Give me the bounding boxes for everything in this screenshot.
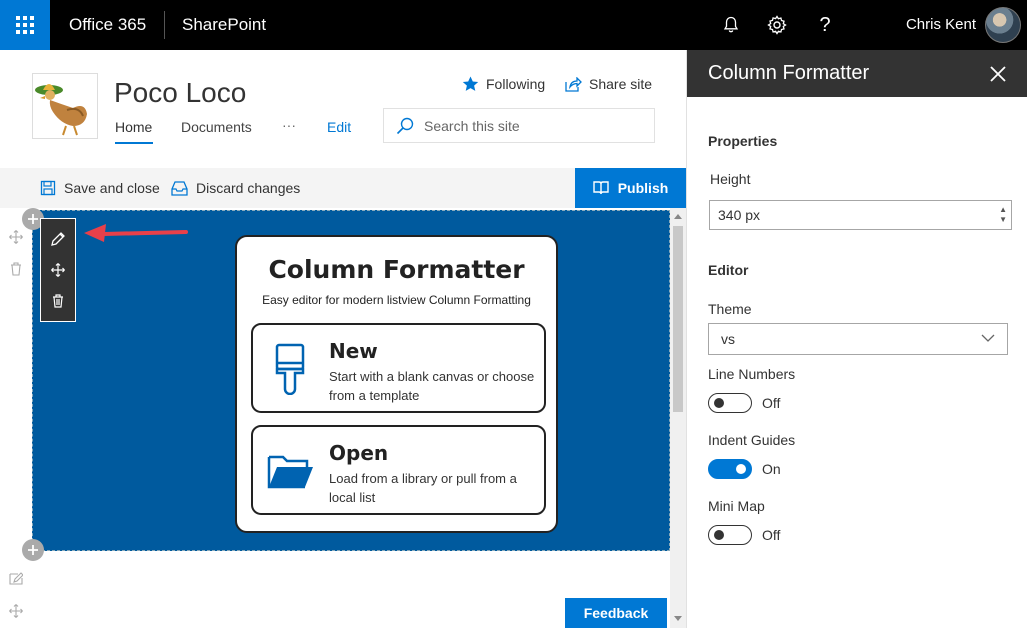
nav-home[interactable]: Home bbox=[115, 119, 152, 135]
save-icon bbox=[40, 180, 56, 196]
site-search[interactable] bbox=[383, 108, 655, 143]
webpart-toolbar bbox=[40, 218, 76, 322]
search-icon bbox=[396, 117, 414, 134]
trash-icon bbox=[53, 294, 63, 308]
share-site-button[interactable]: Share site bbox=[565, 76, 652, 92]
gear-icon[interactable] bbox=[765, 13, 789, 37]
help-icon[interactable]: ? bbox=[813, 13, 837, 37]
mini-map-toggle[interactable] bbox=[708, 525, 752, 545]
indent-guides-state: On bbox=[762, 461, 781, 477]
property-pane: Column Formatter Properties Height ▲▼ Ed… bbox=[686, 50, 1027, 628]
suite-divider bbox=[164, 11, 165, 39]
indent-guides-label: Indent Guides bbox=[708, 432, 796, 448]
plus-icon bbox=[28, 214, 38, 224]
publish-label: Publish bbox=[617, 180, 669, 196]
line-numbers-state: Off bbox=[762, 395, 781, 411]
line-numbers-toggle[interactable] bbox=[708, 393, 752, 413]
canvas-scrollbar[interactable] bbox=[670, 208, 686, 628]
save-and-close-button[interactable]: Save and close bbox=[40, 168, 160, 208]
following-label: Following bbox=[486, 76, 546, 92]
theme-label: Theme bbox=[708, 301, 752, 317]
discard-changes-label: Discard changes bbox=[196, 180, 301, 196]
move-webpart-button[interactable] bbox=[46, 258, 70, 282]
nav-edit[interactable]: Edit bbox=[327, 119, 351, 135]
welcome-title: Column Formatter bbox=[268, 255, 525, 284]
open-option[interactable]: Open Load from a library or pull from a … bbox=[251, 425, 546, 515]
nav-selected-indicator bbox=[115, 142, 153, 144]
edit-section-icon[interactable] bbox=[7, 570, 25, 588]
share-icon bbox=[565, 76, 582, 92]
column-formatter-webpart[interactable]: Column Formatter Easy editor for modern … bbox=[32, 210, 670, 551]
waffle-button[interactable] bbox=[0, 0, 50, 50]
chevron-down-icon bbox=[981, 334, 995, 342]
welcome-card: Column Formatter Easy editor for modern … bbox=[235, 235, 558, 533]
site-logo[interactable] bbox=[32, 73, 98, 139]
discard-icon bbox=[171, 181, 188, 196]
open-option-title: Open bbox=[329, 441, 389, 465]
discard-changes-button[interactable]: Discard changes bbox=[171, 168, 300, 208]
office365-link[interactable]: Office 365 bbox=[69, 0, 146, 50]
move-section-icon[interactable] bbox=[7, 228, 25, 246]
bell-icon[interactable] bbox=[719, 13, 743, 37]
move-section-icon[interactable] bbox=[7, 602, 25, 620]
height-input[interactable] bbox=[718, 207, 978, 223]
indent-guides-toggle[interactable] bbox=[708, 459, 752, 479]
site-header: Poco Loco Home Documents ··· Edit Follow… bbox=[0, 50, 686, 168]
mini-map-label: Mini Map bbox=[708, 498, 765, 514]
nav-more[interactable]: ··· bbox=[282, 117, 296, 133]
share-label: Share site bbox=[589, 76, 653, 92]
properties-group-heading: Properties bbox=[708, 133, 778, 149]
edit-webpart-button[interactable] bbox=[46, 227, 70, 251]
folder-open-icon bbox=[267, 455, 313, 489]
command-bar: Save and close Discard changes Publish bbox=[0, 168, 686, 208]
nav-documents[interactable]: Documents bbox=[181, 119, 252, 135]
scroll-down-arrow-icon[interactable] bbox=[674, 616, 682, 621]
scroll-thumb[interactable] bbox=[673, 226, 683, 412]
avatar[interactable] bbox=[985, 7, 1021, 43]
user-name[interactable]: Chris Kent bbox=[906, 0, 976, 50]
following-button[interactable]: Following bbox=[462, 76, 545, 92]
plus-icon bbox=[28, 545, 38, 555]
new-option-description: Start with a blank canvas or choose from… bbox=[329, 369, 535, 403]
feedback-button[interactable]: Feedback bbox=[565, 598, 667, 628]
site-title[interactable]: Poco Loco bbox=[114, 77, 246, 109]
scroll-up-arrow-icon[interactable] bbox=[674, 214, 682, 219]
mini-map-state: Off bbox=[762, 527, 781, 543]
pane-header: Column Formatter bbox=[687, 50, 1027, 97]
line-numbers-label: Line Numbers bbox=[708, 366, 796, 382]
add-section-bottom-button[interactable] bbox=[22, 539, 44, 561]
close-icon[interactable] bbox=[988, 64, 1008, 84]
new-option[interactable]: New Start with a blank canvas or choose … bbox=[251, 323, 546, 413]
move-icon bbox=[51, 263, 65, 277]
annotation-arrow-icon bbox=[84, 224, 188, 242]
pane-title: Column Formatter bbox=[708, 62, 870, 84]
suite-bar: Office 365 SharePoint ? Chris Kent bbox=[0, 0, 1027, 50]
welcome-subtitle: Easy editor for modern listview Column F… bbox=[262, 293, 531, 307]
star-icon bbox=[462, 76, 479, 91]
sharepoint-link[interactable]: SharePoint bbox=[182, 0, 266, 50]
theme-dropdown[interactable]: vs bbox=[708, 323, 1008, 355]
page-canvas: Column Formatter Easy editor for modern … bbox=[0, 208, 686, 628]
publish-button[interactable]: Publish bbox=[575, 168, 686, 208]
search-input[interactable] bbox=[424, 117, 644, 134]
save-and-close-label: Save and close bbox=[64, 180, 160, 196]
height-field[interactable]: ▲▼ bbox=[709, 200, 1012, 230]
delete-section-icon[interactable] bbox=[7, 260, 25, 278]
delete-webpart-button[interactable] bbox=[46, 289, 70, 313]
pencil-icon bbox=[51, 231, 65, 246]
height-label: Height bbox=[710, 171, 751, 187]
new-option-title: New bbox=[329, 339, 378, 363]
editor-group-heading: Editor bbox=[708, 262, 749, 278]
chicken-logo-icon bbox=[35, 84, 87, 136]
open-option-description: Load from a library or pull from a local… bbox=[329, 471, 517, 505]
paintbrush-icon bbox=[275, 343, 305, 395]
theme-selected-value: vs bbox=[721, 331, 735, 347]
book-icon bbox=[593, 181, 609, 195]
height-spinner-icon[interactable]: ▲ ▼ bbox=[999, 205, 1007, 225]
waffle-icon bbox=[16, 16, 34, 34]
